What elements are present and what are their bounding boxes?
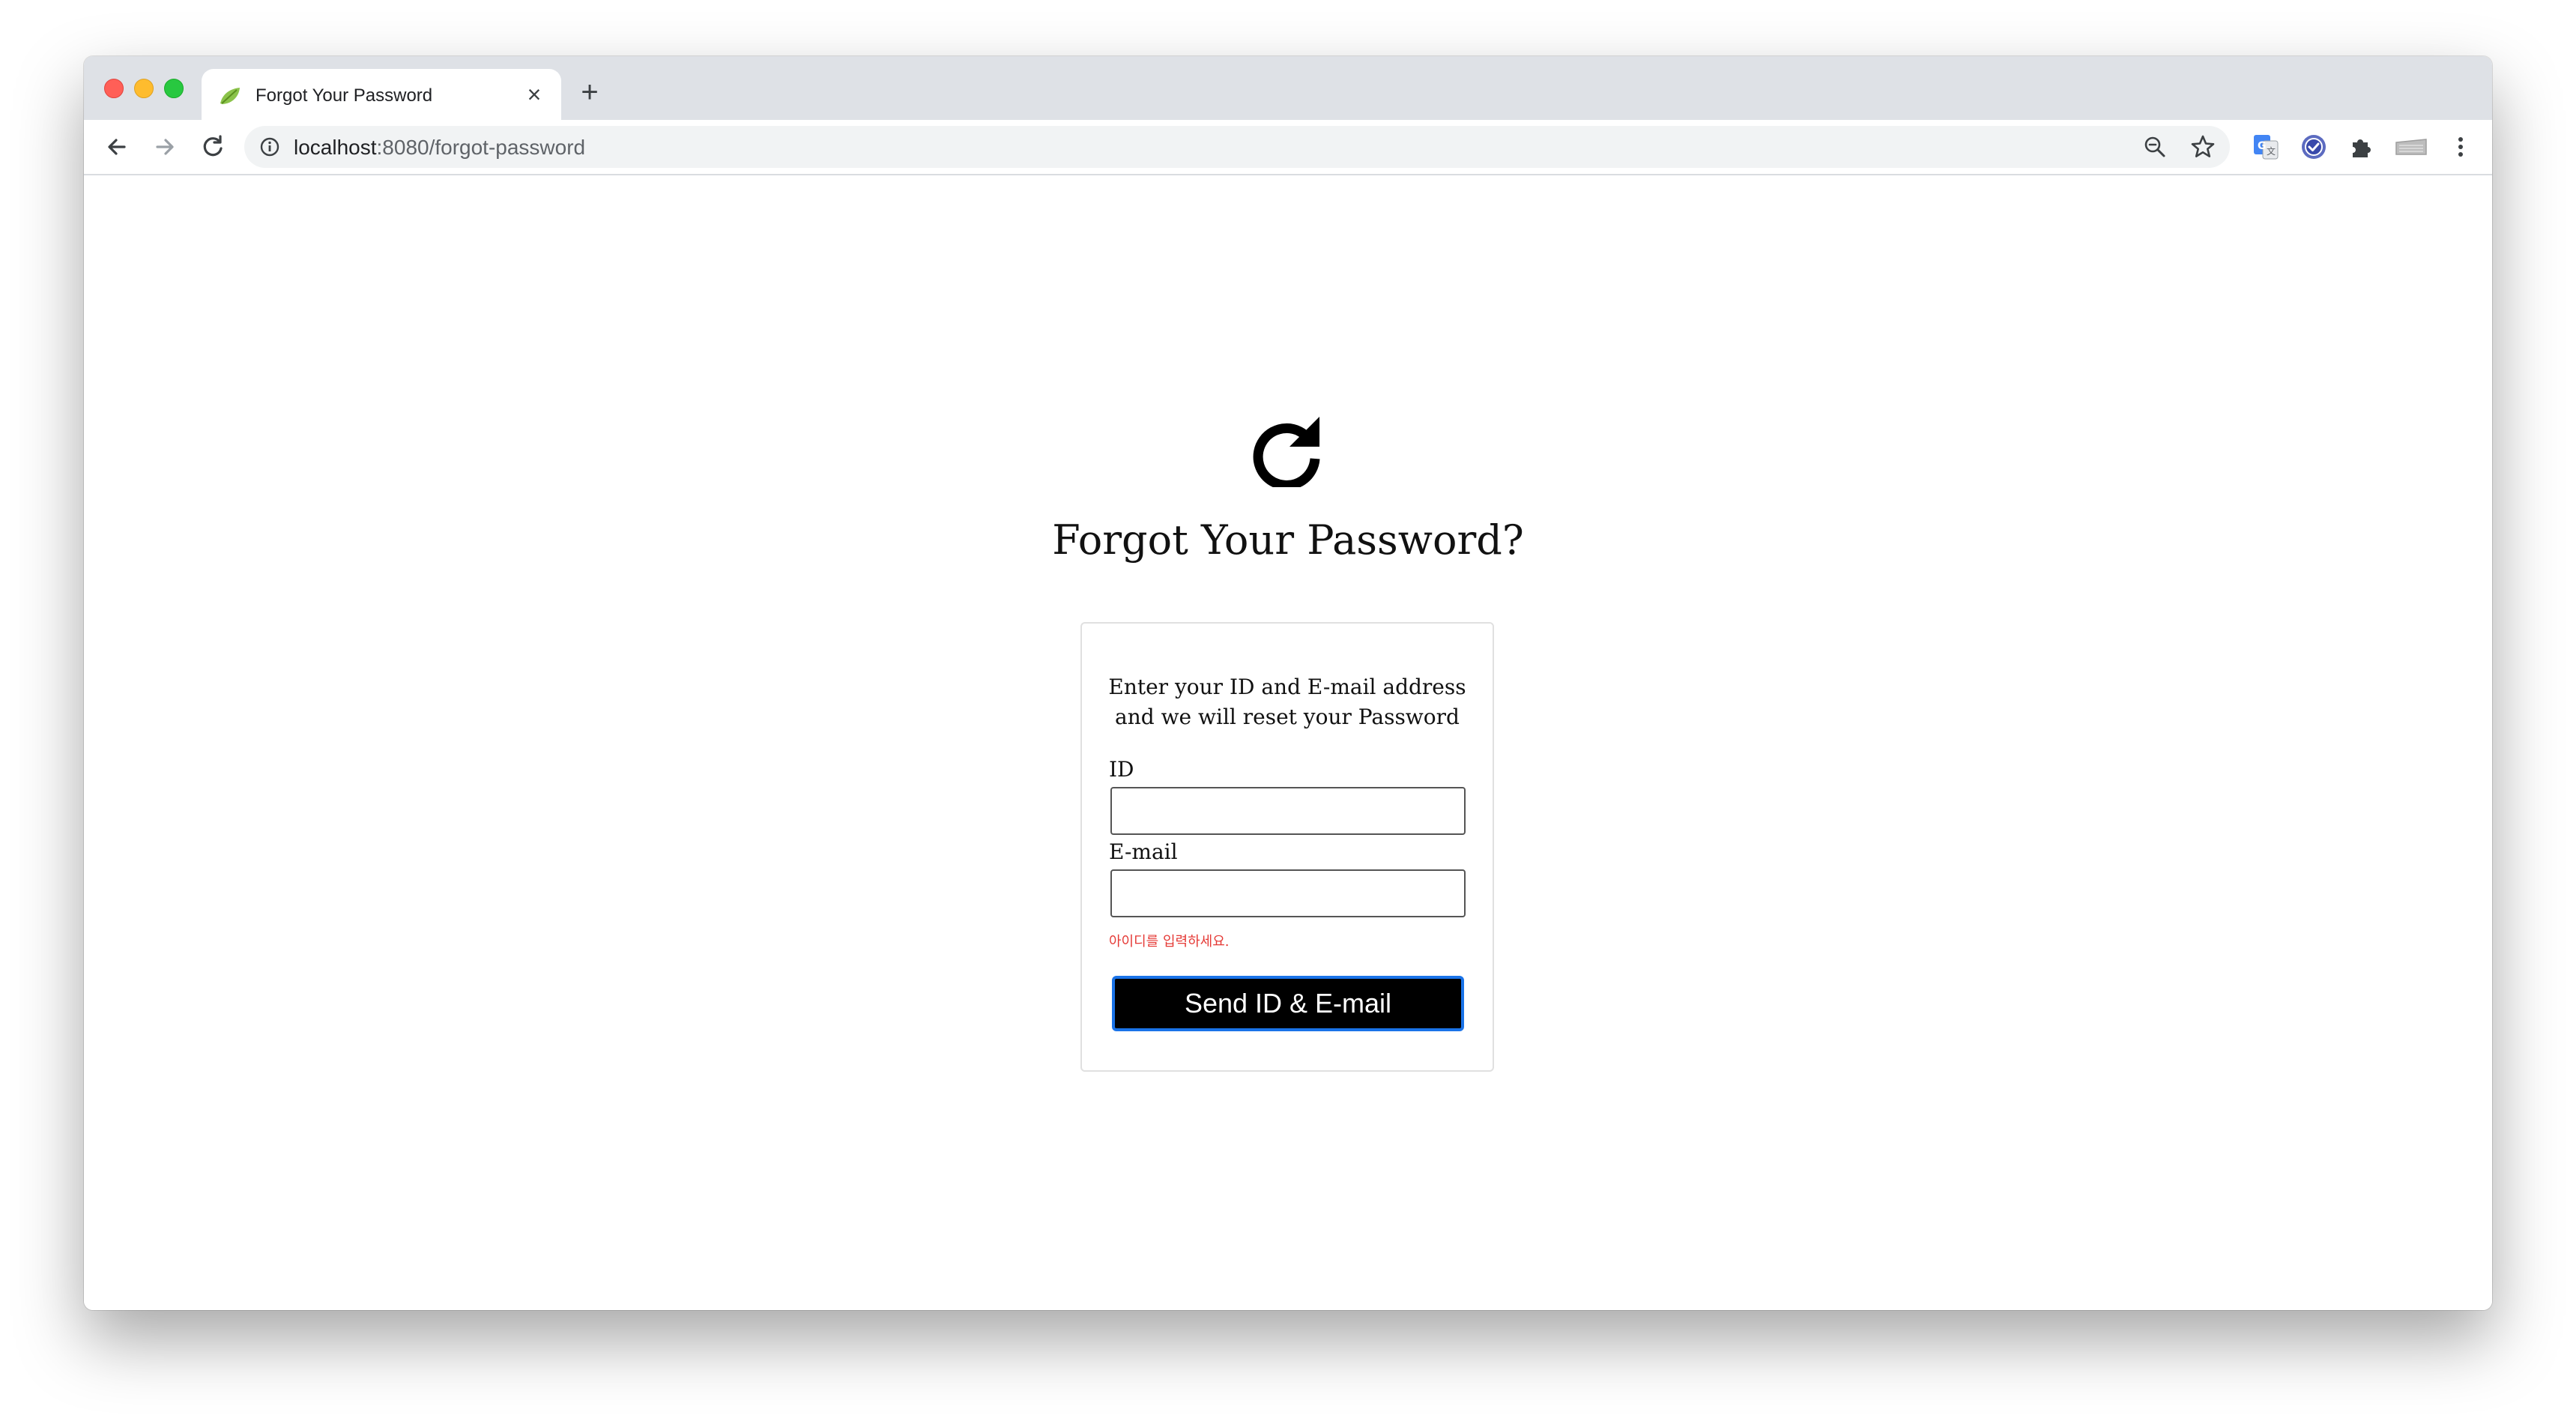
id-label: ID — [1109, 757, 1134, 782]
browser-toolbar: localhost:8080/forgot-password G 文 — [84, 120, 2492, 175]
close-window-button[interactable] — [104, 79, 124, 98]
svg-text:文: 文 — [2267, 145, 2276, 157]
reload-icon[interactable] — [196, 130, 229, 163]
description-line-1: Enter your ID and E-mail address — [1108, 675, 1466, 699]
arrow-right-icon[interactable] — [148, 130, 181, 163]
email-field[interactable] — [1110, 869, 1466, 917]
page-title: Forgot Your Password? — [1052, 516, 1524, 564]
close-tab-icon[interactable]: × — [521, 81, 548, 108]
email-label: E-mail — [1109, 839, 1178, 864]
reset-form-card: Enter your ID and E-mail address and we … — [1080, 622, 1494, 1072]
info-icon[interactable] — [259, 136, 280, 157]
id-field[interactable] — [1110, 787, 1466, 835]
zoom-out-icon[interactable] — [2141, 133, 2168, 160]
form-description: Enter your ID and E-mail address and we … — [1082, 672, 1493, 732]
browser-tab[interactable]: Forgot Your Password × — [202, 69, 561, 120]
minimize-window-button[interactable] — [134, 79, 154, 98]
google-translate-icon[interactable]: G 文 — [2251, 132, 2281, 162]
url-host: localhost — [294, 136, 377, 159]
url-text: localhost:8080/forgot-password — [294, 136, 585, 160]
page-content: Forgot Your Password? Enter your ID and … — [84, 175, 2492, 1310]
tab-title: Forgot Your Password — [256, 85, 433, 106]
spring-leaf-icon — [218, 85, 242, 106]
browser-window: Forgot Your Password × + localhost:8080/… — [84, 56, 2492, 1310]
more-vert-icon[interactable] — [2446, 132, 2476, 162]
url-path: :8080/forgot-password — [376, 136, 586, 159]
svg-text:G: G — [2258, 140, 2267, 152]
puzzle-icon[interactable] — [2347, 132, 2377, 162]
maximize-window-button[interactable] — [164, 79, 184, 98]
refresh-icon — [1251, 412, 1325, 490]
error-message: 아이디를 입력하세요. — [1109, 934, 1230, 950]
keyboard-icon[interactable] — [2393, 132, 2429, 162]
address-bar[interactable]: localhost:8080/forgot-password — [244, 126, 2230, 168]
description-line-2: and we will reset your Password — [1115, 705, 1460, 729]
send-button[interactable]: Send ID & E-mail — [1112, 976, 1464, 1031]
new-tab-button[interactable]: + — [575, 77, 605, 107]
arrow-left-icon[interactable] — [100, 130, 133, 163]
check-circle-icon[interactable] — [2299, 132, 2329, 162]
star-icon[interactable] — [2189, 133, 2216, 160]
tab-strip: Forgot Your Password × + — [84, 56, 2492, 120]
